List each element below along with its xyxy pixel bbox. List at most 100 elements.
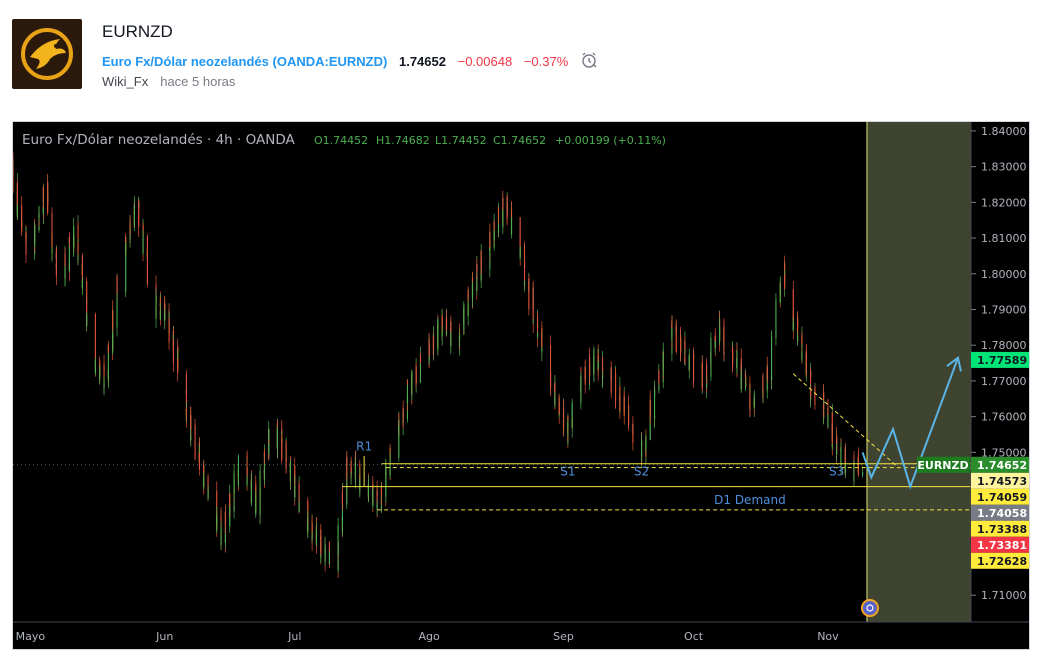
price-tick-label: 1.84000	[981, 125, 1027, 138]
candle-body	[94, 360, 96, 366]
annotation-d1-demand: D1 Demand	[714, 493, 786, 507]
candle-body	[315, 529, 317, 546]
candle-body	[281, 451, 283, 461]
price-tag-label: 1.74058	[977, 507, 1027, 520]
candle-body	[320, 556, 322, 558]
price-tick-label: 1.76000	[981, 411, 1027, 424]
candle-body	[762, 375, 764, 390]
candle-body	[172, 341, 174, 364]
candle-body	[168, 320, 170, 342]
candle-body	[844, 464, 846, 467]
candle-body	[831, 424, 833, 447]
plot-area[interactable]	[13, 122, 971, 622]
candle-body	[792, 321, 794, 331]
candle-body	[146, 262, 148, 273]
annotation-r1: R1	[356, 440, 372, 454]
instrument-code-link[interactable]: (OANDA:EURNZD)	[273, 54, 388, 69]
author-avatar[interactable]	[12, 19, 82, 89]
candle-body	[693, 377, 695, 381]
candle-body	[649, 399, 651, 416]
price-tag-label: 1.72628	[977, 555, 1027, 568]
candle-body	[142, 236, 144, 254]
author-line: Wiki_Fx hace 5 horas	[102, 74, 235, 89]
candle-body	[497, 207, 500, 215]
candle-body	[480, 250, 482, 269]
candle-body	[536, 332, 539, 338]
ohlc-change: +0.00199 (+0.11%)	[555, 134, 666, 147]
candle-body	[779, 287, 781, 295]
candle-body	[34, 226, 36, 230]
candle-body	[38, 214, 40, 216]
candle-body	[138, 203, 140, 217]
time-tick-label: Mayo	[16, 630, 46, 643]
candle-body	[389, 457, 391, 460]
annotation-s3: S3	[829, 465, 844, 479]
candle-body	[146, 272, 148, 285]
candle-body	[328, 546, 330, 548]
candle-body	[823, 404, 825, 409]
instrument-name-link[interactable]: Euro Fx/Dólar neozelandés	[102, 54, 269, 69]
eagle-logo-icon	[21, 28, 73, 80]
candle-body	[133, 205, 135, 222]
candle-body	[437, 319, 439, 329]
candle-body	[549, 370, 552, 389]
price-tick-label: 1.80000	[981, 268, 1027, 281]
candle-body	[428, 345, 430, 350]
candle-body	[562, 423, 565, 428]
candle-body	[138, 218, 140, 228]
price-tag-label: 1.73381	[977, 539, 1027, 552]
candle-body	[337, 524, 339, 529]
candle-body	[398, 426, 400, 430]
candle-body	[736, 358, 738, 369]
candle-body	[415, 366, 417, 383]
time-tick-label: Ago	[419, 630, 441, 643]
price-tick-label: 1.71000	[981, 589, 1027, 602]
candle-body	[784, 284, 786, 290]
candle-body	[445, 319, 448, 330]
candle-body	[341, 508, 343, 533]
candle-body	[862, 471, 864, 476]
ohlc-open: O1.74452	[314, 134, 368, 147]
candle-body	[827, 412, 829, 414]
candle-body	[419, 365, 422, 367]
alarm-clock-icon[interactable]	[580, 51, 598, 72]
candle-body	[571, 403, 573, 409]
candlestick-chart[interactable]: R1 S1 S2 S3 D1 Demand 1.84000 1.83000 1.82000 1…	[13, 122, 1045, 649]
candle-body	[654, 390, 656, 397]
candle-body	[380, 487, 383, 496]
price-tag-label: 1.73388	[977, 523, 1027, 536]
author-name-link[interactable]: Wiki_Fx	[102, 74, 148, 89]
tradingview-logo-icon[interactable]	[860, 599, 879, 617]
candle-body	[684, 358, 686, 362]
candle-body	[237, 456, 239, 473]
candle-body	[680, 351, 682, 356]
candle-body	[16, 205, 18, 218]
candle-body	[528, 299, 530, 309]
candle-body	[185, 408, 187, 416]
candle-body	[263, 452, 265, 457]
candle-body	[99, 370, 101, 375]
candle-body	[584, 375, 586, 385]
candle-body	[489, 261, 491, 269]
candle-body	[164, 313, 166, 321]
chart-container[interactable]: R1 S1 S2 S3 D1 Demand 1.84000 1.83000 1.82000 1…	[12, 121, 1045, 650]
candle-body	[471, 291, 474, 300]
price-tick-label: 1.78000	[981, 339, 1027, 352]
candle-body	[519, 246, 521, 255]
time-tick-label: Sep	[553, 630, 574, 643]
candle-body	[476, 263, 478, 272]
candle-body	[801, 351, 803, 360]
candle-body	[593, 349, 595, 374]
candle-body	[346, 457, 348, 476]
price-tick-label: 1.83000	[981, 161, 1027, 174]
price-tag-label: 1.74652	[977, 459, 1027, 472]
candle-body	[116, 303, 118, 328]
candle-body	[159, 313, 161, 320]
candle-body	[324, 544, 326, 562]
candle-body	[549, 345, 552, 369]
candle-body	[623, 398, 625, 417]
candle-body	[632, 439, 634, 443]
candle-body	[112, 310, 114, 328]
candle-body	[194, 449, 196, 460]
candle-body	[588, 357, 591, 375]
